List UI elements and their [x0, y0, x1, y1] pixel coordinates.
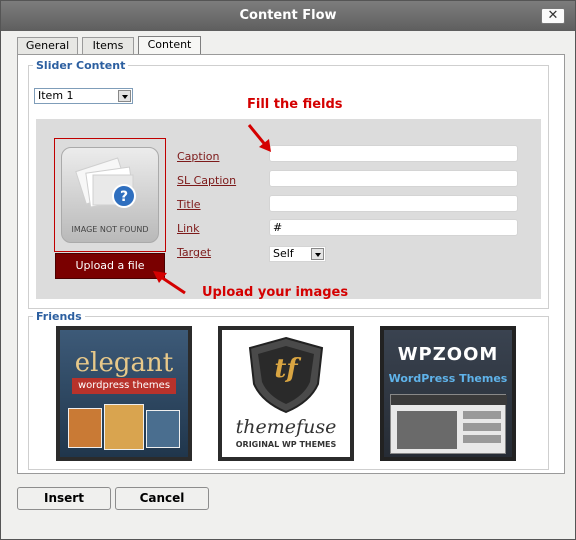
friend-themefuse[interactable]: tf themefuse ORIGINAL WP THEMES	[218, 326, 354, 461]
dialog-titlebar: Content Flow	[1, 1, 575, 31]
tab-general[interactable]: General	[17, 37, 78, 55]
sl-caption-label: SL Caption	[177, 174, 237, 187]
chevron-down-icon	[311, 248, 324, 260]
wpzoom-logo-text: WPZOOM	[397, 344, 499, 365]
cancel-button-label: Cancel	[139, 491, 185, 505]
elegant-themes-banner: elegant wordpress themes	[60, 330, 188, 457]
content-flow-dialog: Content Flow ✕ General Items Content Sli…	[0, 0, 576, 540]
wpzoom-tagline: WordPress Themes	[388, 372, 508, 385]
themefuse-banner: tf themefuse ORIGINAL WP THEMES	[222, 330, 350, 457]
image-not-found-text: IMAGE NOT FOUND	[71, 225, 149, 234]
upload-file-label: Upload a file	[75, 259, 145, 272]
wpzoom-banner: WPZOOM WordPress Themes	[384, 330, 512, 457]
elegant-tagline: wordpress themes	[72, 378, 176, 394]
chevron-down-icon	[118, 90, 131, 102]
arrow-down-right-icon	[247, 124, 271, 152]
title-label: Title	[177, 198, 201, 211]
item-select[interactable]: Item 1	[34, 88, 133, 104]
item-select-value: Item 1	[38, 89, 74, 102]
upload-images-annotation: Upload your images	[202, 285, 349, 300]
tab-items-label: Items	[92, 39, 124, 52]
image-preview-frame: ? IMAGE NOT FOUND	[54, 138, 166, 252]
cancel-button[interactable]: Cancel	[115, 487, 209, 510]
tab-items[interactable]: Items	[82, 37, 134, 55]
theme-preview	[104, 404, 144, 450]
target-select[interactable]: Self	[269, 246, 326, 262]
title-input[interactable]	[269, 195, 518, 212]
target-label: Target	[177, 246, 212, 259]
link-input[interactable]: #	[269, 219, 518, 236]
svg-text:?: ?	[120, 189, 128, 205]
dialog-title: Content Flow	[239, 8, 337, 23]
theme-preview	[68, 408, 102, 448]
sl-caption-input[interactable]	[269, 170, 518, 187]
fill-fields-annotation: Fill the fields	[247, 97, 343, 112]
wpzoom-screenshot	[390, 394, 507, 454]
friend-elegant-themes[interactable]: elegant wordpress themes	[56, 326, 192, 461]
tab-content[interactable]: Content	[138, 36, 201, 55]
themefuse-logo-text: themefuse	[235, 416, 337, 438]
link-label: Link	[177, 222, 200, 235]
insert-button-label: Insert	[44, 491, 84, 505]
image-not-found-icon: ? IMAGE NOT FOUND	[61, 147, 159, 243]
tab-general-label: General	[25, 39, 70, 52]
themefuse-tagline: ORIGINAL WP THEMES	[235, 440, 337, 449]
elegant-logo-text: elegant	[74, 348, 174, 378]
tab-content-label: Content	[147, 38, 192, 51]
close-icon: ✕	[547, 8, 559, 23]
friend-wpzoom[interactable]: WPZOOM WordPress Themes	[380, 326, 516, 461]
themefuse-mark: tf	[274, 354, 298, 384]
target-select-value: Self	[273, 247, 294, 260]
caption-label: Caption	[177, 150, 220, 163]
friends-legend: Friends	[36, 310, 82, 323]
arrow-up-left-icon	[153, 271, 186, 295]
caption-input[interactable]	[269, 145, 518, 162]
close-button[interactable]: ✕	[541, 8, 565, 24]
theme-preview	[146, 410, 180, 448]
insert-button[interactable]: Insert	[17, 487, 111, 510]
slider-content-legend: Slider Content	[36, 59, 126, 72]
